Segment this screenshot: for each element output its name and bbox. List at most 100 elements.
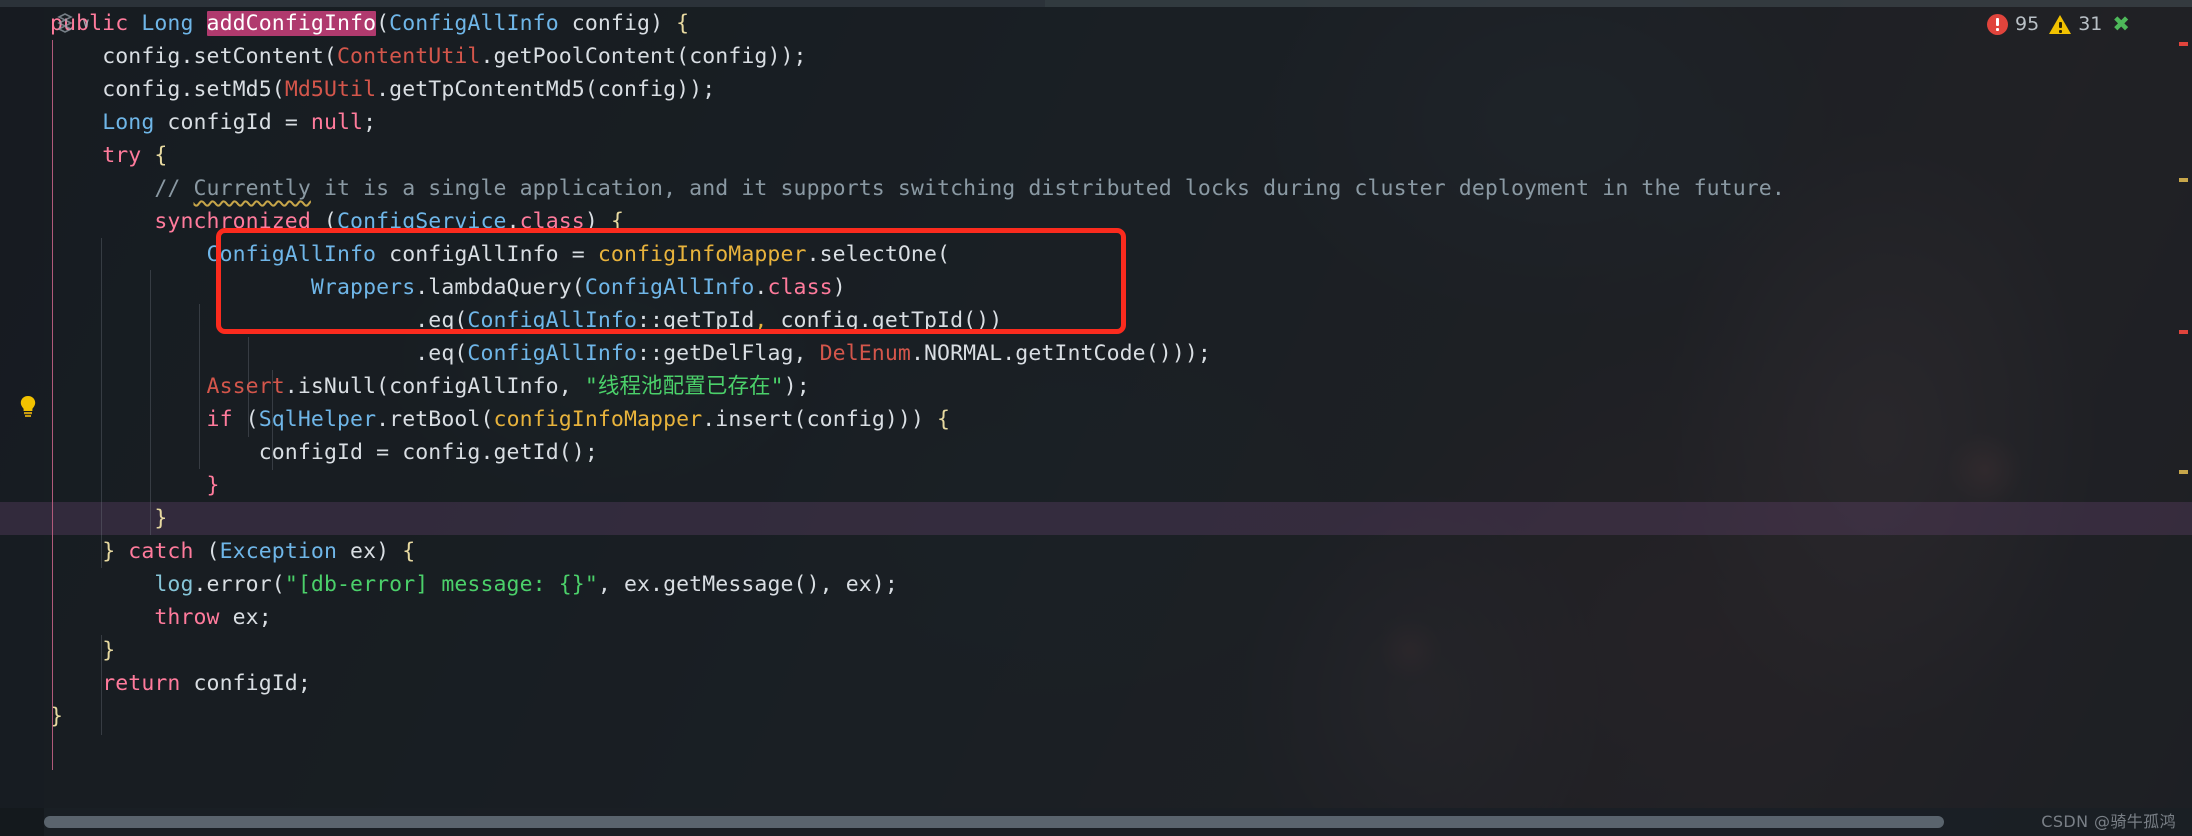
stripe-mark-error[interactable] [2179,330,2188,334]
code-line[interactable]: log.error("[db-error] message: {}", ex.g… [0,568,2192,601]
code-token: { [937,407,951,432]
code-token: .isNull(configAllInfo, [284,374,585,399]
code-token: ) [650,11,664,36]
code-line[interactable]: config.setMd5(Md5Util.getTpContentMd5(co… [0,73,2192,106]
code-token: class [767,275,833,300]
code-text-area[interactable]: public Long addConfigInfo(ConfigAllInfo … [0,7,2192,808]
code-token: configId; [180,671,311,696]
code-line[interactable]: .eq(ConfigAllInfo::getTpId, config.getTp… [0,304,2192,337]
code-token: .retBool( [376,407,494,432]
code-line[interactable]: return configId; [0,667,2192,700]
code-line[interactable]: public Long addConfigInfo(ConfigAllInfo … [0,7,2192,40]
code-line[interactable]: } [0,634,2192,667]
code-line[interactable]: // Currently it is a single application,… [0,172,2192,205]
code-token: ConfigAllInfo [206,242,377,267]
code-token: configInfoMapper [597,242,807,267]
code-token: config.setContent( [102,44,337,69]
code-line[interactable]: Wrappers.lambdaQuery(ConfigAllInfo.class… [0,271,2192,304]
code-token: .error( [193,572,285,597]
inspection-status-icon[interactable]: ✖ [2112,13,2130,35]
code-line[interactable]: Assert.isNull(configAllInfo, "线程池配置已存在")… [0,370,2192,403]
indent-guide-active [52,40,53,600]
indent-guide [248,337,249,437]
code-token: { [676,11,690,36]
code-token: .lambdaQuery( [415,275,585,300]
code-line[interactable]: if (SqlHelper.retBool(configInfoMapper.i… [0,403,2192,436]
error-circle-icon [1987,13,2009,35]
code-line[interactable]: ConfigAllInfo configAllInfo = configInfo… [0,238,2192,271]
code-token: ContentUtil [336,44,481,69]
code-token: return [102,671,181,696]
code-line[interactable]: } [0,502,2192,535]
lightbulb-icon[interactable] [17,394,39,418]
code-line[interactable]: } [0,469,2192,502]
code-token: configAllInfo = [376,242,598,267]
horizontal-scrollbar[interactable] [0,808,2192,836]
code-token: configInfoMapper [493,407,703,432]
code-token: ); [783,374,810,399]
code-token: ConfigService [336,209,507,234]
code-token: . [754,275,768,300]
code-token: Wrappers [310,275,416,300]
scrollbar-gutter-cap [0,808,44,836]
code-line[interactable]: config.setContent(ContentUtil.getPoolCon… [0,40,2192,73]
code-token: config.setMd5( [102,77,285,102]
code-line[interactable]: } catch (Exception ex) { [0,535,2192,568]
code-token: { [154,143,168,168]
stripe-mark-warning[interactable] [2179,178,2188,182]
scrollbar-thumb[interactable] [44,816,1944,828]
error-inspection[interactable]: 95 [1987,13,2039,35]
code-token: SqlHelper [258,407,377,432]
code-token: ( [232,407,259,432]
error-count: 95 [2015,13,2040,35]
warning-inspection[interactable]: 31 [2049,13,2102,35]
code-token: it is a single application, and it suppo… [310,176,1785,201]
code-token: DelEnum [819,341,911,366]
inspection-widget[interactable]: 95 31 ✖ [1987,13,2130,35]
code-line[interactable]: try { [0,139,2192,172]
code-line[interactable]: .eq(ConfigAllInfo::getDelFlag, DelEnum.N… [0,337,2192,370]
code-token: configId = [154,110,311,135]
code-token: } [102,638,116,663]
code-token: Long [102,110,155,135]
code-line[interactable]: synchronized (ConfigService.class) { [0,205,2192,238]
code-token: ; [363,110,377,135]
indent-guide [199,304,200,469]
code-token: .getTpContentMd5(config)); [376,77,716,102]
code-token: ::getTpId [637,308,755,333]
code-line[interactable]: } [0,700,2192,733]
code-line[interactable]: throw ex; [0,601,2192,634]
code-token: throw [154,605,220,630]
code-token: ( [376,11,390,36]
code-token: ::getDelFlag, [637,341,820,366]
indent-guide [101,635,102,735]
code-line[interactable]: configId = config.getId(); [0,436,2192,469]
code-token: ConfigAllInfo [467,341,637,366]
stripe-mark-error[interactable] [2179,42,2188,46]
chevron-down-icon[interactable]: ∨ [82,17,90,30]
code-token: config.getTpId()) [767,308,1003,333]
code-token: , [754,308,768,333]
code-token: .selectOne( [806,242,951,267]
code-token: "[db-error] message: {}" [284,572,598,597]
code-line[interactable]: Long configId = null; [0,106,2192,139]
breadcrumb[interactable]: ∨ [54,12,90,34]
code-token: addConfigInfo [206,11,377,36]
stripe-mark-warning[interactable] [2179,470,2188,474]
titlebar-strip-right [1045,0,2192,7]
code-token: Md5Util [284,77,377,102]
watermark-text: CSDN @骑牛孤鸿 [2041,812,2176,831]
